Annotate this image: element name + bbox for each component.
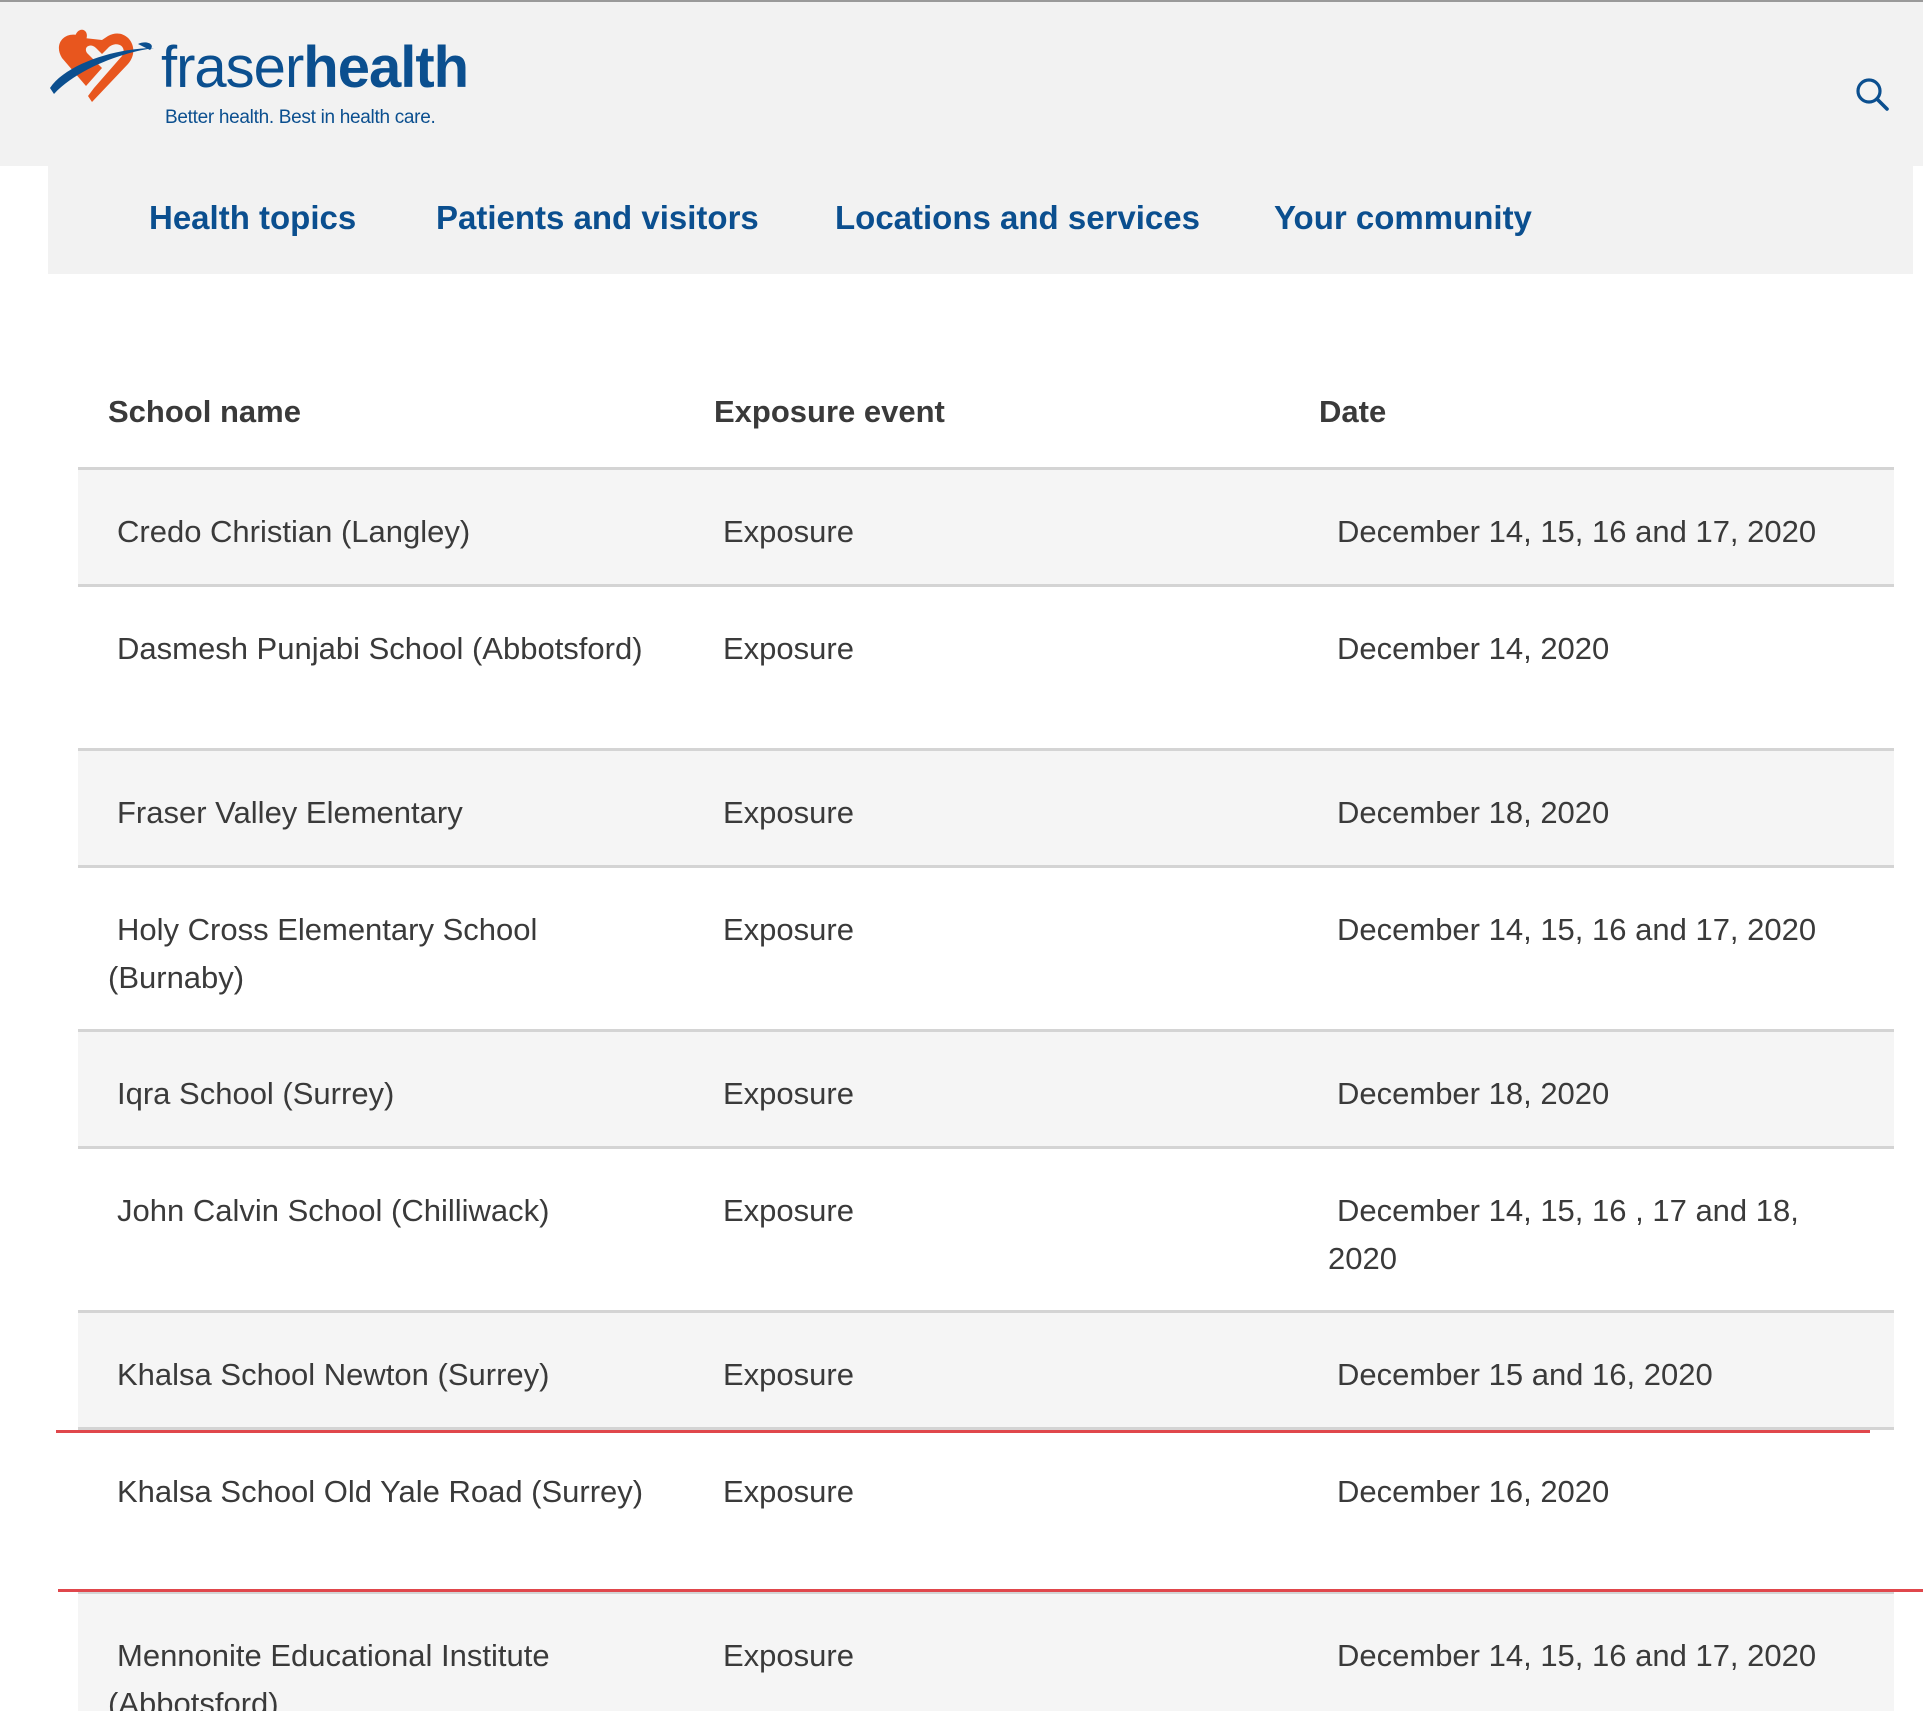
exposure-event-cell: Exposure [723,795,854,830]
table-row: Iqra School (Surrey) Exposure December 1… [78,1032,1894,1149]
exposure-event-cell: Exposure [723,1193,854,1228]
exposure-event-cell: Exposure [723,1357,854,1392]
school-name-cell: John Calvin School (Chilliwack) [117,1193,550,1228]
exposure-event-cell: Exposure [723,1638,854,1673]
date-cell: December 15 and 16, 2020 [1337,1357,1713,1392]
date-cell: December 14, 15, 16 and 17, 2020 [1337,514,1817,549]
exposure-event-cell: Exposure [723,514,854,549]
main-navigation: Health topics Patients and visitors Loca… [48,166,1913,274]
school-name-cell: Fraser Valley Elementary [117,795,463,830]
brand-name-part1: fraser [161,35,304,100]
school-exposures-table: School name Exposure event Date Credo Ch… [78,370,1894,1711]
exposure-event-cell: Exposure [723,912,854,947]
table-row: John Calvin School (Chilliwack) Exposure… [78,1149,1894,1313]
date-cell: December 14, 15, 16 and 17, 2020 [1337,1638,1817,1673]
school-name-cell: Holy Cross Elementary School (Burnaby) [108,912,538,995]
date-cell: December 16, 2020 [1337,1474,1610,1509]
date-cell: December 18, 2020 [1337,795,1610,830]
table-row: Khalsa School Old Yale Road (Surrey) Exp… [78,1430,1894,1594]
search-icon [1856,78,1889,111]
school-name-cell: Credo Christian (Langley) [117,514,471,549]
date-cell: December 14, 15, 16 and 17, 2020 [1337,912,1817,947]
nav-item-your-community[interactable]: Your community [1274,198,1532,238]
brand-name-part2: health [303,35,469,100]
school-name-cell: Dasmesh Punjabi School (Abbotsford) [117,631,643,666]
nav-item-patients-and-visitors[interactable]: Patients and visitors [436,198,759,238]
search-button[interactable] [1852,74,1892,114]
highlight-line-bottom [58,1589,1923,1592]
table-header-row: School name Exposure event Date [78,370,1894,470]
heart-swoosh-logo-icon [50,29,154,102]
nav-item-health-topics[interactable]: Health topics [149,198,356,238]
brand-tagline: Better health. Best in health care. [165,107,436,128]
page: fraserhealth Better health. Best in heal… [0,0,1923,1711]
site-header: fraserhealth Better health. Best in heal… [0,2,1923,166]
exposure-event-cell: Exposure [723,631,854,666]
table-row: Fraser Valley Elementary Exposure Decemb… [78,751,1894,868]
exposure-event-cell: Exposure [723,1076,854,1111]
school-name-cell: Mennonite Educational Institute (Abbotsf… [108,1638,550,1711]
school-name-cell: Iqra School (Surrey) [117,1076,395,1111]
date-cell: December 14, 2020 [1337,631,1610,666]
table-row: Mennonite Educational Institute (Abbotsf… [78,1594,1894,1711]
school-name-cell: Khalsa School Newton (Surrey) [117,1357,550,1392]
column-header-school-name: School name [108,394,301,429]
table-row: Credo Christian (Langley) Exposure Decem… [78,470,1894,587]
table-row: Dasmesh Punjabi School (Abbotsford) Expo… [78,587,1894,751]
column-header-date: Date [1319,394,1387,429]
brand-name: fraserhealth [161,35,469,100]
date-cell: December 18, 2020 [1337,1076,1610,1111]
fraserhealth-logo[interactable]: fraserhealth Better health. Best in heal… [46,24,469,139]
table-row: Holy Cross Elementary School (Burnaby) E… [78,868,1894,1032]
highlight-line-top [56,1430,1870,1433]
nav-item-locations-and-services[interactable]: Locations and services [835,198,1200,238]
column-header-exposure-event: Exposure event [714,394,945,429]
date-cell: December 14, 15, 16 , 17 and 18, 2020 [1328,1193,1799,1276]
exposure-event-cell: Exposure [723,1474,854,1509]
table-row: Khalsa School Newton (Surrey) Exposure D… [78,1313,1894,1430]
school-name-cell: Khalsa School Old Yale Road (Surrey) [117,1474,644,1509]
